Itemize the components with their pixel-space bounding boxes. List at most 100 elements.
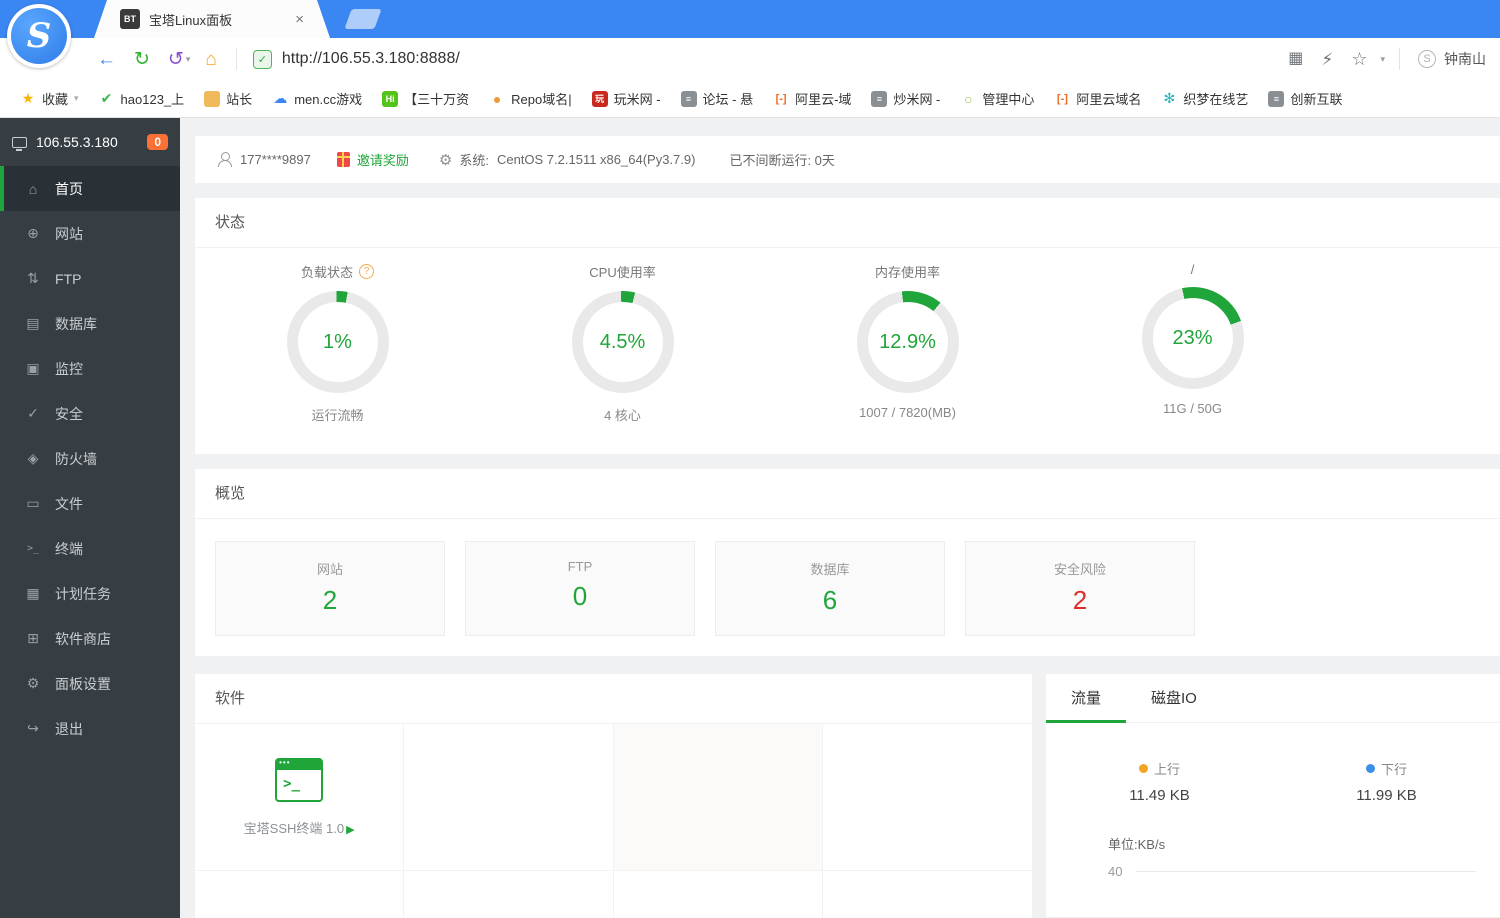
- cloud-icon: ☁: [273, 90, 288, 106]
- globe-icon: ⊕: [27, 225, 39, 241]
- play-icon[interactable]: ▶: [346, 824, 354, 836]
- server-monitor-icon: [12, 136, 27, 151]
- bracket-icon: [-]: [1056, 92, 1068, 105]
- server-ip: 106.55.3.180: [36, 134, 118, 150]
- new-tab-button[interactable]: [344, 9, 382, 29]
- tab-traffic[interactable]: 流量: [1046, 674, 1127, 723]
- firewall-shield-icon: ◈: [27, 450, 39, 466]
- bookmark-sanshiwan[interactable]: Hi 【三十万资: [382, 89, 469, 108]
- gauge-subtext: 4 核心: [604, 408, 641, 423]
- bookmark-chuangxin[interactable]: ≡ 创新互联: [1268, 89, 1342, 108]
- bookmark-hao123[interactable]: ✔ hao123_上: [99, 89, 185, 108]
- sidebar-item-terminal[interactable]: >_ 终端: [0, 526, 180, 571]
- bracket-icon: [-]: [775, 92, 787, 105]
- tab-disk-io[interactable]: 磁盘IO: [1126, 674, 1222, 722]
- bookmark-label: 收藏: [42, 92, 69, 107]
- sidebar-item-appstore[interactable]: ⊞ 软件商店: [0, 616, 180, 661]
- sidebar-item-label: 网站: [55, 225, 83, 242]
- toolbar-divider-2: [1399, 48, 1400, 70]
- invite-reward-link[interactable]: 邀请奖励: [357, 150, 409, 169]
- sidebar-item-cron[interactable]: ▦ 计划任务: [0, 571, 180, 616]
- document-icon: ≡: [1268, 90, 1285, 107]
- bookmark-luntan[interactable]: ≡ 论坛 - 悬: [680, 89, 754, 108]
- tab-close-icon[interactable]: ×: [295, 11, 304, 28]
- bookmark-zhanzhang[interactable]: 站长: [204, 89, 252, 108]
- bookmark-chaomi[interactable]: ≡ 炒米网 -: [871, 89, 940, 108]
- url-text[interactable]: http://106.55.3.180:8888/: [282, 50, 460, 68]
- browser-tab[interactable]: BT 宝塔Linux面板 ×: [94, 0, 330, 38]
- qr-code-icon[interactable]: ▦: [1288, 51, 1303, 67]
- card-sites[interactable]: 网站 2: [215, 541, 445, 636]
- gauge-cpu: CPU使用率 4.5% 4 核心: [480, 262, 765, 424]
- toolbar-divider: [235, 48, 237, 70]
- bookmark-label: Repo域名|: [511, 92, 572, 107]
- bookmark-aliyun-domain[interactable]: [-] 阿里云域名: [1054, 89, 1142, 108]
- bookmark-zhimeng[interactable]: ✻ 织梦在线艺: [1161, 89, 1249, 108]
- bookmark-repo[interactable]: ● Repo域名|: [489, 89, 572, 108]
- address-bar[interactable]: ✓ http://106.55.3.180:8888/: [247, 49, 1279, 69]
- gauge-subtext: 运行流畅: [311, 408, 364, 423]
- sidebar-item-firewall[interactable]: ◈ 防火墙: [0, 436, 180, 481]
- sidebar-item-monitor[interactable]: ▣ 监控: [0, 346, 180, 391]
- orb-icon: ●: [492, 90, 502, 107]
- home-icon[interactable]: ⌂: [205, 50, 216, 69]
- bookmark-wanmi[interactable]: 玩 玩米网 -: [591, 89, 661, 108]
- sidebar-item-label: 文件: [55, 495, 83, 512]
- bookmark-aliyun-yu[interactable]: [-] 阿里云-域: [773, 89, 852, 108]
- sidebar-item-label: 面板设置: [55, 675, 111, 692]
- bookmark-label: 论坛 - 悬: [702, 92, 754, 107]
- gauge-value: 12.9%: [879, 330, 936, 353]
- sidebar-item-sites[interactable]: ⊕ 网站: [0, 211, 180, 256]
- sidebar-item-settings[interactable]: ⚙ 面板设置: [0, 661, 180, 706]
- undo-icon[interactable]: ↺: [168, 50, 184, 69]
- site-safety-shield-icon[interactable]: ✓: [252, 49, 272, 69]
- downstream-value: 11.99 KB: [1356, 787, 1417, 804]
- sidebar-item-label: FTP: [55, 270, 82, 287]
- sidebar-item-logout[interactable]: ↪ 退出: [0, 706, 180, 751]
- bookmark-guanli[interactable]: ○ 管理中心: [960, 89, 1034, 108]
- main-content: 177****9897 邀请奖励 ⚙ 系统: CentOS 7.2.1511 x…: [180, 118, 1500, 918]
- undo-dropdown-icon[interactable]: ▾: [186, 54, 191, 65]
- username[interactable]: 177****9897: [240, 152, 311, 167]
- downstream-dot-icon: [1365, 764, 1375, 773]
- software-name: 宝塔SSH终端 1.0 ▶: [244, 818, 355, 837]
- status-panel: 状态 负载状态 ? 1% 运行流畅 CPU使用率 4.5% 4 核心 内存使用率…: [195, 198, 1500, 454]
- star-dropdown-icon[interactable]: ▾: [1380, 54, 1385, 65]
- sidebar-item-files[interactable]: ▭ 文件: [0, 481, 180, 526]
- software-item-bt-ssh[interactable]: ••• >_ 宝塔SSH终端 1.0 ▶: [195, 724, 405, 871]
- message-count-badge[interactable]: 0: [147, 134, 168, 150]
- gauge-row: 负载状态 ? 1% 运行流畅 CPU使用率 4.5% 4 核心 内存使用率 12…: [195, 248, 1335, 454]
- calendar-icon: ▦: [26, 585, 40, 601]
- sogou-browser-logo[interactable]: S: [7, 4, 71, 68]
- overview-panel: 概览 网站 2 FTP 0 数据库 6 安全风险 2: [195, 469, 1500, 656]
- sidebar-item-security[interactable]: ✓ 安全: [0, 391, 180, 436]
- bookmark-mencc[interactable]: ☁ men.cc游戏: [272, 89, 362, 108]
- account-s-icon[interactable]: S: [1418, 50, 1436, 68]
- lightning-icon[interactable]: ⚡: [1321, 51, 1333, 68]
- card-label: 网站: [316, 562, 343, 577]
- software-empty-cell: [404, 724, 614, 871]
- sidebar-item-home[interactable]: ⌂ 首页: [0, 166, 180, 211]
- gauge-subtext: 11G / 50G: [1162, 401, 1222, 416]
- bookmark-star-icon[interactable]: ☆: [1351, 50, 1367, 68]
- sidebar-item-ftp[interactable]: ⇅ FTP: [0, 256, 180, 301]
- account-name[interactable]: 钟南山: [1444, 49, 1486, 69]
- gauge-value: 23%: [1172, 326, 1213, 349]
- card-database[interactable]: 数据库 6: [715, 541, 945, 636]
- bookmark-favorites[interactable]: ★ 收藏 ▾: [20, 89, 79, 108]
- sidebar-item-label: 防火墙: [55, 450, 97, 467]
- browser-titlebar: S BT 宝塔Linux面板 ×: [0, 0, 1500, 68]
- back-icon[interactable]: ←: [97, 50, 116, 69]
- card-label: 数据库: [810, 562, 850, 577]
- card-ftp[interactable]: FTP 0: [465, 541, 695, 636]
- card-security-risk[interactable]: 安全风险 2: [965, 541, 1195, 636]
- help-icon[interactable]: ?: [359, 264, 374, 279]
- database-icon: ▤: [26, 315, 40, 331]
- software-empty-cell: [613, 724, 823, 871]
- bookmark-label: 阿里云域名: [1076, 92, 1142, 107]
- traffic-tabs: 流量 磁盘IO: [1046, 674, 1500, 723]
- refresh-icon[interactable]: ↻: [134, 50, 150, 69]
- sidebar-item-database[interactable]: ▤ 数据库: [0, 301, 180, 346]
- card-label: 安全风险: [1053, 562, 1106, 577]
- traffic-legend: 上行 11.49 KB 下行 11.99 KB: [1046, 759, 1500, 804]
